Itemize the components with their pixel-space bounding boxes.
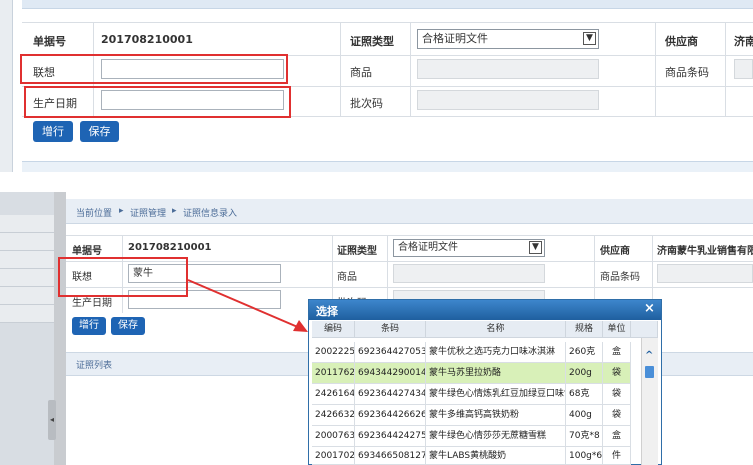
breadcrumb — [66, 199, 753, 224]
sidebar — [0, 192, 54, 465]
cell-spec: 260克 — [566, 342, 603, 363]
cert-type-select[interactable]: 合格证明文件 ▼ — [417, 29, 599, 49]
column-header[interactable]: 单位 — [603, 321, 631, 338]
cell-barcode: 6923644274344 — [355, 384, 426, 405]
doc-no-value: 201708210001 — [128, 242, 212, 253]
cell-spec: 400g — [566, 405, 603, 426]
annotation-box — [58, 257, 188, 297]
cell-name: 蒙牛马苏里拉奶酪 — [426, 363, 566, 384]
doc-no-value: 201708210001 — [101, 33, 193, 46]
column-header[interactable]: 规格 — [566, 321, 603, 338]
doc-no-label: 单据号 — [33, 35, 66, 48]
cell-barcode: 6943442900146 — [355, 363, 426, 384]
chevron-right-icon: ▸ — [172, 206, 177, 216]
doc-no-label: 单据号 — [72, 246, 102, 257]
cell-name: 蒙牛LABS黄桃酸奶 — [426, 447, 566, 465]
supplier-label: 供应商 — [600, 246, 630, 257]
barcode-label: 商品条码 — [600, 272, 640, 283]
supplier-value: 济南蒙牛乳业销售有限公 — [657, 246, 753, 257]
batch-label: 批次码 — [350, 97, 383, 110]
sidebar-item[interactable] — [0, 215, 54, 233]
cert-type-value: 合格证明文件 — [398, 242, 458, 253]
cell-spec: 200g — [566, 363, 603, 384]
grid-line — [410, 22, 411, 116]
cell-name: 蒙牛优秋之选巧克力口味冰淇淋 — [426, 342, 566, 363]
grid-line — [655, 22, 656, 116]
sidebar-item[interactable] — [0, 269, 54, 287]
annotation-arrow-icon — [187, 279, 308, 332]
cell-barcode: 6934665081279 — [355, 447, 426, 465]
close-icon[interactable]: × — [644, 301, 655, 316]
grid-line — [725, 22, 726, 116]
cell-name: 蒙牛绿色心情莎莎无蔗糖雪糕 — [426, 426, 566, 447]
barcode-field — [734, 59, 753, 79]
product-field — [393, 264, 545, 283]
cell-spec: 68克 — [566, 384, 603, 405]
cell-unit: 袋 — [603, 405, 631, 426]
scrollbar-thumb[interactable] — [645, 366, 654, 378]
cell-unit: 件 — [603, 447, 631, 465]
top-header-band — [22, 0, 753, 9]
cert-type-label: 证照类型 — [337, 246, 377, 257]
cell-code: 2000763 — [312, 426, 355, 447]
column-header-spacer — [631, 321, 658, 338]
dialog-header — [309, 300, 661, 320]
cell-spec: 70克*8 — [566, 426, 603, 447]
breadcrumb-item[interactable]: 证照管理 — [130, 206, 166, 219]
collapse-handle-icon[interactable]: ◂ — [48, 400, 56, 440]
save-button[interactable]: 保存 — [111, 317, 145, 335]
cell-barcode: 6923644242756 — [355, 426, 426, 447]
grid-line — [340, 22, 341, 116]
cell-code: 2426632 — [312, 405, 355, 426]
dialog-title: 选择 — [316, 305, 338, 318]
annotation-box — [20, 54, 288, 84]
annotation-box — [24, 86, 291, 118]
grid-line — [22, 22, 753, 23]
sidebar-item[interactable] — [0, 251, 54, 269]
cell-name: 蒙牛多维高钙高铁奶粉 — [426, 405, 566, 426]
sidebar-item[interactable] — [0, 287, 54, 305]
cell-spec: 100g*6 — [566, 447, 603, 465]
cert-type-value: 合格证明文件 — [422, 32, 488, 45]
column-header[interactable]: 条码 — [355, 321, 426, 338]
cert-type-label: 证照类型 — [350, 35, 394, 48]
cell-unit: 盒 — [603, 426, 631, 447]
sidebar-item[interactable] — [0, 233, 54, 251]
grid-line — [66, 235, 753, 236]
cell-name: 蒙牛绿色心情炼乳红豆加绿豆口味雪 — [426, 384, 566, 405]
breadcrumb-item[interactable]: 当前位置 — [76, 206, 112, 219]
column-header[interactable]: 名称 — [426, 321, 566, 338]
cell-code: 2426164 — [312, 384, 355, 405]
cell-barcode: 6923644266264 — [355, 405, 426, 426]
barcode-field — [657, 264, 753, 283]
top-footer-band — [22, 161, 753, 172]
cell-code: 2001702 — [312, 447, 355, 465]
cell-barcode: 6923644270537 — [355, 342, 426, 363]
supplier-label: 供应商 — [665, 35, 698, 48]
barcode-label: 商品条码 — [665, 66, 709, 79]
chevron-up-icon[interactable]: ^ — [645, 350, 653, 361]
cert-type-select[interactable]: 合格证明文件 ▼ — [393, 239, 545, 257]
add-row-button[interactable]: 增行 — [33, 121, 73, 142]
product-label: 商品 — [350, 66, 372, 79]
cell-unit: 袋 — [603, 363, 631, 384]
breadcrumb-item[interactable]: 证照信息录入 — [183, 206, 237, 219]
cert-list-title: 证照列表 — [76, 361, 113, 371]
cell-code: 2002225 — [312, 342, 355, 363]
batch-field — [417, 90, 599, 110]
cell-code: 2011762 — [312, 363, 355, 384]
column-header[interactable]: 编码 — [312, 321, 355, 338]
product-field — [417, 59, 599, 79]
add-row-button[interactable]: 增行 — [72, 317, 106, 335]
top-left-strip — [0, 0, 13, 172]
chevron-right-icon: ▸ — [119, 206, 124, 216]
chevron-down-icon[interactable]: ▼ — [529, 241, 542, 254]
product-label: 商品 — [337, 272, 357, 283]
cell-unit: 盒 — [603, 342, 631, 363]
sidebar-item[interactable] — [0, 305, 54, 323]
chevron-down-icon[interactable]: ▼ — [583, 32, 596, 45]
supplier-value: 济南 — [734, 35, 753, 48]
cell-unit: 袋 — [603, 384, 631, 405]
save-button[interactable]: 保存 — [80, 121, 119, 142]
